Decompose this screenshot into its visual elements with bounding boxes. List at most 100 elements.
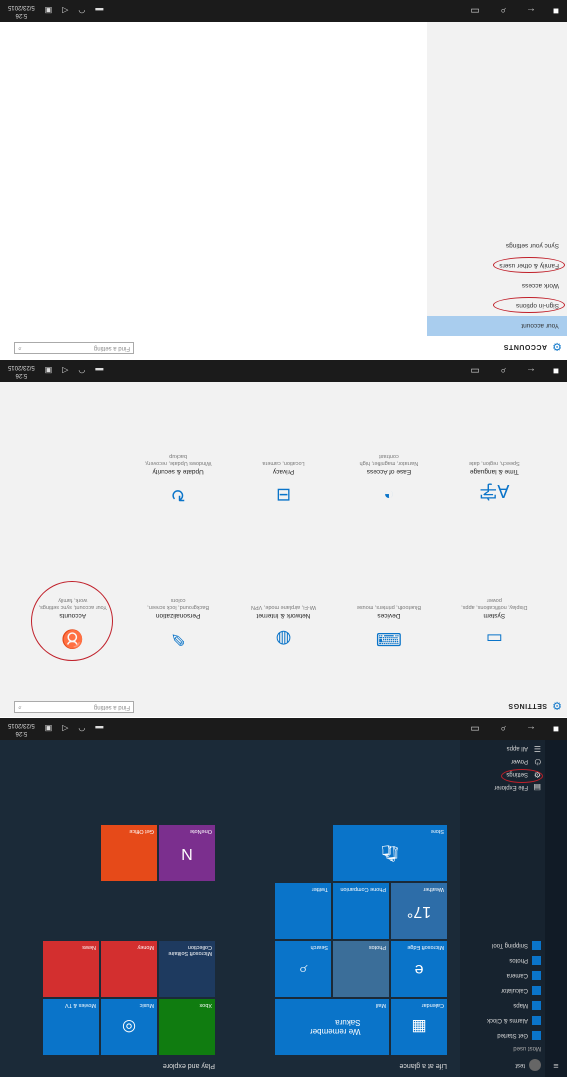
most-used-label: Most used [513,1045,541,1051]
app-calculator[interactable]: Calculator [460,983,545,998]
page-title: SETTINGS [507,702,547,710]
tile-twitter[interactable]: Twitter [275,883,331,939]
tile-onenote[interactable]: N OneNote [159,825,215,881]
user-header[interactable]: test [460,1053,545,1077]
highlight-circle [501,769,543,783]
network-icon[interactable]: ◠ [78,7,85,16]
sidebar-item-family-users[interactable]: Family & other users [427,256,567,276]
system-icon: ▭ [485,629,503,649]
search-icon: ⌕ [18,345,22,352]
tile-system[interactable]: ▭ System Display, notifications, apps, pow… [442,534,547,678]
onenote-icon: N [181,845,193,862]
task-view-icon[interactable]: ▭ [461,6,489,17]
app-settings[interactable]: ⚙ Settings [460,768,545,783]
settings-grid: ▭ System Display, notifications, apps, pow… [20,390,547,677]
taskbar: ■ ← ⌕ ▭ ▬ ◠ ◁ ▣ 5:26 5/23/2015 [0,360,567,382]
back-icon[interactable]: ← [517,366,545,377]
tile-xbox[interactable]: Xbox [159,999,215,1055]
clock-icon [532,1016,541,1025]
volume-icon[interactable]: ◁ [62,367,68,376]
back-icon[interactable]: ← [517,6,545,17]
tile-calendar[interactable]: ▦ Calendar [391,999,447,1055]
hamburger-icon[interactable]: ≡ [545,1061,567,1077]
battery-icon[interactable]: ▬ [95,725,103,734]
tile-edge[interactable]: e Microsoft Edge [391,941,447,997]
tile-get-office[interactable]: Get Office [101,825,157,881]
camera-icon [532,971,541,980]
app-power[interactable]: ⏻ Power [460,755,545,768]
network-icon[interactable]: ◠ [78,367,85,376]
tile-search[interactable]: ⌕ Search [275,941,331,997]
app-file-explorer[interactable]: ▤ File Explorer [460,781,545,794]
battery-icon[interactable]: ▬ [95,367,103,376]
notification-icon[interactable]: ▣ [45,367,53,376]
back-icon[interactable]: ← [517,724,545,735]
clock[interactable]: 5:26 5/23/2015 [8,363,35,379]
tile-music[interactable]: ◎ Music [101,999,157,1055]
windows-start-icon[interactable]: ■ [545,724,567,735]
battery-icon[interactable]: ▬ [95,7,103,16]
accounts-title-bar: ⚙ ACCOUNTS Find a setting ⌕ [0,336,567,358]
taskbar: ■ ← ⌕ ▭ ▬ ◠ ◁ ▣ 5:26 5/23/2015 [0,0,567,22]
notification-icon[interactable]: ▣ [45,7,53,16]
devices-icon: ⌨ [375,629,402,649]
app-maps[interactable]: Maps [460,998,545,1013]
search-icon[interactable]: ⌕ [489,724,517,735]
tile-network[interactable]: ◍ Network & Internet Wi-Fi, airplane mode,… [231,534,336,678]
tile-movies[interactable]: Movies & TV [43,999,99,1055]
search-icon[interactable]: ⌕ [489,6,517,17]
map-icon [532,1001,541,1010]
tile-update-security[interactable]: ↻ Update & security Windows Update, recove… [125,390,230,534]
sidebar-item-sign-in-options[interactable]: Sign-in options [427,296,567,316]
time-language-icon: A字 [479,481,510,502]
clock[interactable]: 5:26 5/23/2015 [8,3,35,19]
tile-phone-companion[interactable]: Phone Companion [333,883,389,939]
ease-of-access-icon: ◔ [383,485,395,506]
app-camera[interactable]: Camera [460,968,545,983]
highlight-circle [493,297,565,313]
tile-accounts[interactable]: ♉ Accounts Your account, sync settings, wo… [20,534,125,678]
volume-icon[interactable]: ◁ [62,725,68,734]
tile-money[interactable]: Money [101,941,157,997]
sidebar-item-sync-settings[interactable]: Sync your settings [427,236,567,256]
avatar [529,1059,541,1071]
tile-time-language[interactable]: A字 Time & language Speech, region, date [442,390,547,534]
list-icon: ☰ [533,744,541,753]
music-icon: ◎ [122,1018,136,1035]
tile-news[interactable]: News [43,941,99,997]
windows-start-icon[interactable]: ■ [545,6,567,17]
scissors-icon [532,941,541,950]
highlight-circle [31,581,114,661]
tile-privacy[interactable]: ⊟ Privacy Location, camera [231,390,336,534]
clock[interactable]: 5:26 5/23/2015 [8,721,35,737]
tile-photos[interactable]: Photos [333,941,389,997]
calculator-icon [532,986,541,995]
volume-icon[interactable]: ◁ [62,7,68,16]
task-view-icon[interactable]: ▭ [461,724,489,735]
app-photos[interactable]: Photos [460,953,545,968]
sidebar-item-your-account[interactable]: Your account [427,316,567,336]
tile-store[interactable]: 🛍 Store [333,825,447,881]
tile-ease-of-access[interactable]: ◔ Ease of Access Narrator, magnifier, high… [336,390,441,534]
notification-icon[interactable]: ▣ [45,725,53,734]
search-icon[interactable]: ⌕ [489,366,517,377]
app-alarms[interactable]: Alarms & Clock [460,1013,545,1028]
tile-personalization[interactable]: ✎ Personalization Background, lock screen,… [125,534,230,678]
network-icon[interactable]: ◠ [78,725,85,734]
search-input[interactable]: Find a setting ⌕ [14,342,134,354]
group-title: Life at a glance [399,1062,447,1069]
app-all-apps[interactable]: ☰ All apps [460,742,545,755]
power-icon: ⏻ [534,757,541,766]
sidebar-item-work-access[interactable]: Work access [427,276,567,296]
settings-panel: ⚙ SETTINGS Find a setting ⌕ ▭ System Displ… [0,360,567,717]
tile-solitaire[interactable]: Microsoft Solitaire Collection [159,941,215,997]
tile-mail[interactable]: We remember Sakura Mail [275,999,389,1055]
task-view-icon[interactable]: ▭ [461,366,489,377]
app-snipping-tool[interactable]: Snipping Tool [460,938,545,953]
tile-weather[interactable]: 17° Weather [391,883,447,939]
accounts-sidebar: Your account Sign-in options Work access… [427,22,567,336]
windows-start-icon[interactable]: ■ [545,366,567,377]
app-get-started[interactable]: Get Started [460,1028,545,1043]
search-input[interactable]: Find a setting ⌕ [14,701,134,713]
tile-devices[interactable]: ⌨ Devices Bluetooth, printers, mouse [336,534,441,678]
